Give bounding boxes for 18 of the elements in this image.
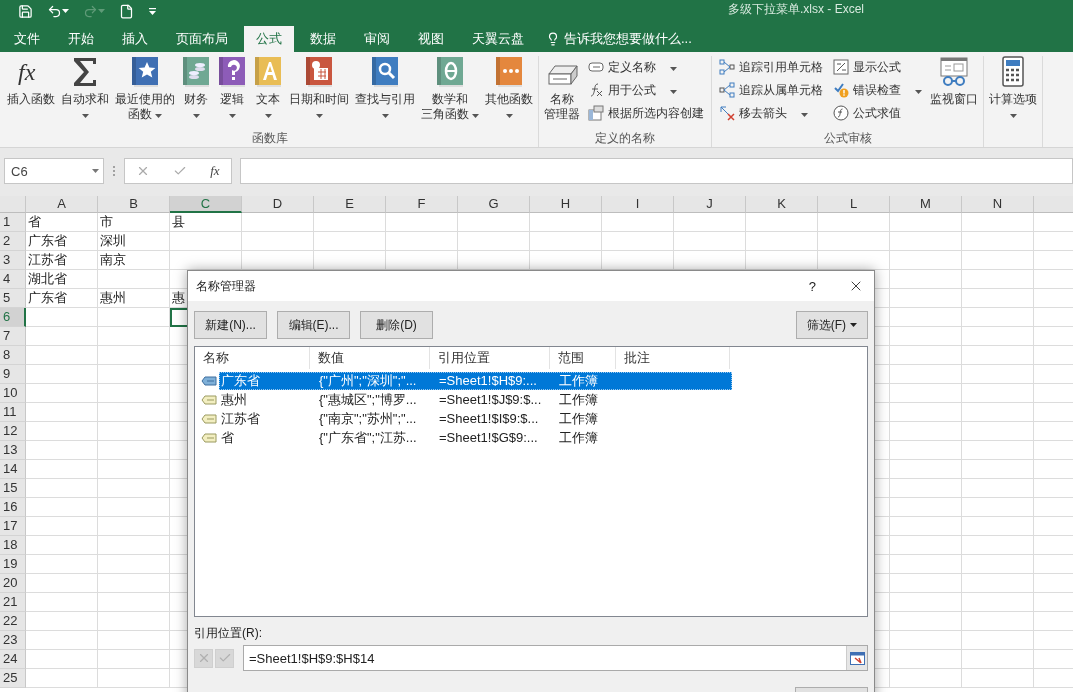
- group-label: 函数库: [251, 130, 290, 147]
- table-cell-text: 深圳: [99, 232, 127, 250]
- table-cell-text: 湖北省: [27, 270, 68, 288]
- table-cell-text: 广东省: [27, 232, 68, 250]
- table-cell-text: 广东省: [27, 289, 68, 307]
- group-label: 定义的名称: [594, 130, 657, 147]
- group-label: 公式审核: [822, 130, 873, 147]
- table-cell-text: 南京: [99, 251, 127, 269]
- table-cell-text: 江苏省: [27, 251, 68, 269]
- function-icon: fx: [15, 56, 47, 88]
- field-label: 引用位置(R):: [194, 625, 262, 642]
- table-cell-text: 惠州: [99, 289, 127, 307]
- table-cell-text: 惠: [171, 289, 186, 307]
- table-cell-text: 省: [27, 213, 42, 231]
- dialog-title: 名称管理器: [196, 277, 257, 295]
- table-cell-text: 市: [99, 213, 114, 231]
- window-title: 多级下拉菜单.xlsx - Excel: [728, 1, 864, 18]
- table-cell-text: 县: [171, 213, 186, 231]
